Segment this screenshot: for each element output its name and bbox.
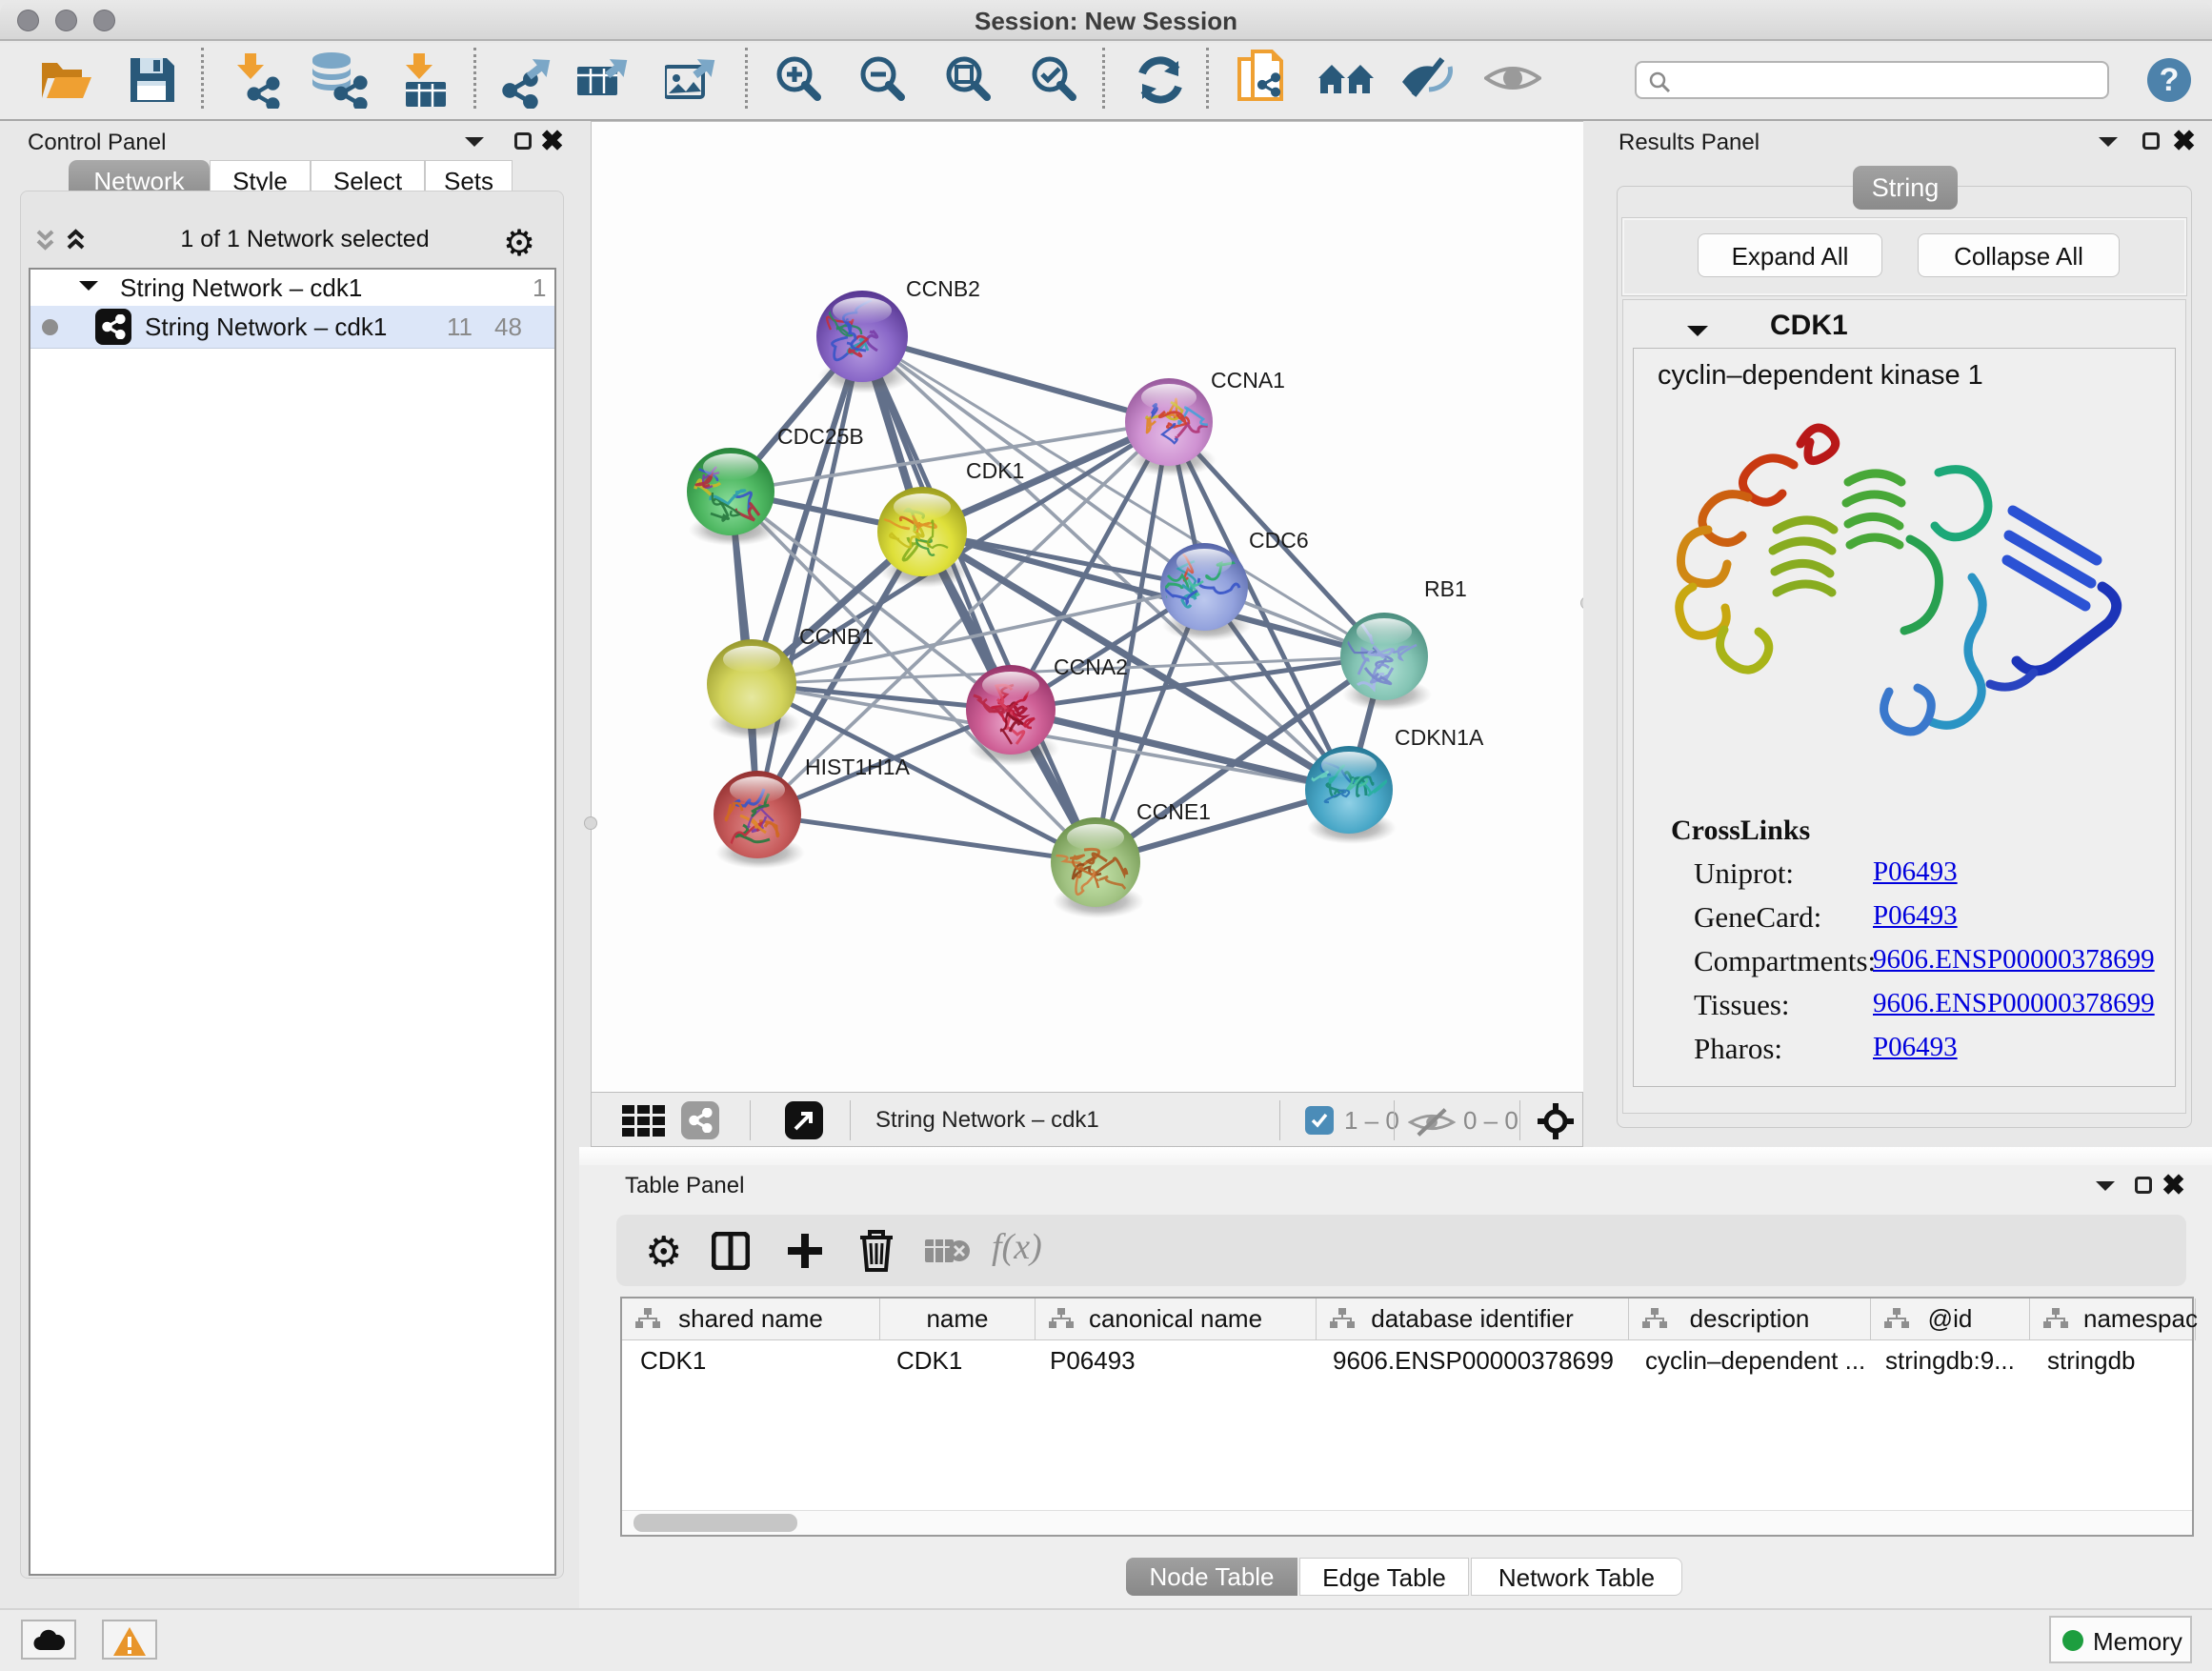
svg-text:CDC6: CDC6	[1249, 528, 1309, 553]
svg-text:CDK1: CDK1	[966, 458, 1024, 483]
svg-text:CCNE1: CCNE1	[1136, 799, 1211, 824]
svg-text:CCNA2: CCNA2	[1054, 654, 1128, 679]
svg-text:CCNB1: CCNB1	[799, 624, 874, 649]
svg-text:CDC25B: CDC25B	[777, 424, 864, 449]
svg-text:CCNB2: CCNB2	[906, 276, 980, 301]
svg-text:RB1: RB1	[1424, 576, 1467, 601]
svg-text:CCNA1: CCNA1	[1211, 368, 1285, 393]
svg-text:CDKN1A: CDKN1A	[1395, 725, 1484, 750]
svg-text:HIST1H1A: HIST1H1A	[805, 755, 911, 779]
